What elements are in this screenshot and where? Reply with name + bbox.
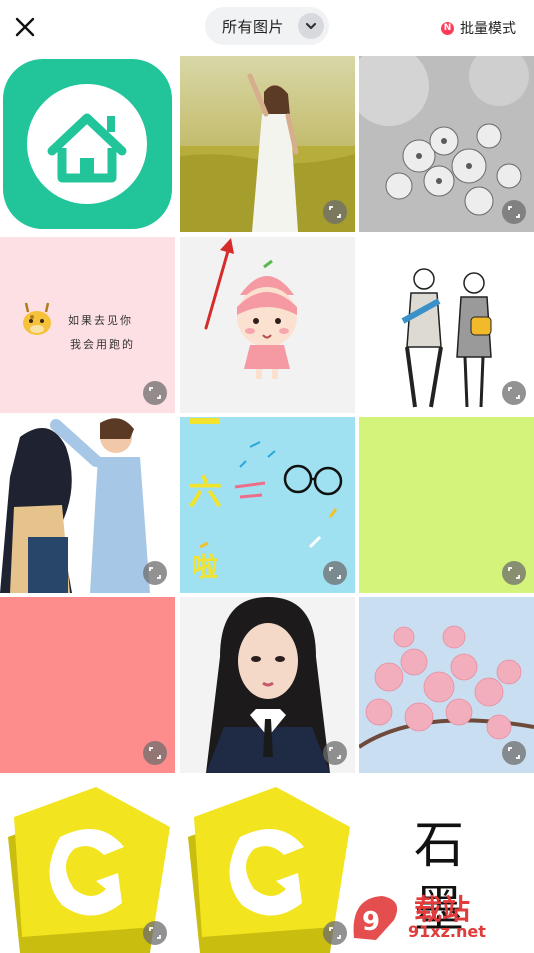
album-selector-label: 所有图片 [222, 17, 285, 36]
grid-tile-girl-portrait[interactable] [180, 597, 355, 773]
children-day-six-text: 六 [188, 473, 222, 513]
batch-mode-icon: N [441, 21, 454, 35]
grid-tile-graphite-text[interactable]: 石 墨 [359, 777, 534, 953]
grid-tile-home-app-icon[interactable] [0, 56, 175, 232]
grid-tile-yellow-g-logo-1[interactable] [0, 777, 175, 953]
expand-icon[interactable] [143, 561, 167, 585]
quote-line-1: 如果去见你 [68, 314, 133, 327]
expand-icon[interactable] [323, 561, 347, 585]
chevron-down-icon [298, 13, 324, 39]
expand-icon[interactable] [323, 921, 347, 945]
batch-mode-label: 批量模式 [460, 21, 516, 37]
grid-tile-green-solid[interactable] [359, 417, 534, 593]
expand-icon[interactable] [143, 381, 167, 405]
close-button[interactable] [12, 14, 38, 40]
grid-tile-romantic-couple[interactable] [0, 417, 175, 593]
close-icon [15, 17, 35, 37]
cartoon-peach-girl [180, 237, 355, 413]
grid-tile-girl-in-field[interactable] [180, 56, 355, 232]
grid-tile-yellow-g-logo-2[interactable] [180, 777, 355, 953]
grid-tile-couple-illustration[interactable] [359, 237, 534, 413]
expand-icon[interactable] [323, 200, 347, 224]
grid-tile-cherry-blossom[interactable] [359, 597, 534, 773]
top-bar: 所有图片 N 批量模式 [0, 0, 534, 54]
expand-icon[interactable] [502, 741, 526, 765]
expand-icon[interactable] [502, 381, 526, 405]
expand-icon[interactable] [323, 741, 347, 765]
graphite-char-2: 墨 [414, 880, 464, 938]
grid-tile-children-day[interactable]: 六 啦 [180, 417, 355, 593]
grid-tile-cartoon-peach-girl[interactable] [180, 237, 355, 413]
home-app-icon-image [0, 56, 175, 232]
expand-icon[interactable] [502, 200, 526, 224]
graphite-char-1: 石 [414, 816, 464, 874]
album-selector[interactable]: 所有图片 [205, 7, 329, 45]
quote-line-2: 我会用跑的 [70, 338, 135, 351]
children-day-la-text: 啦 [192, 553, 219, 583]
grid-tile-grey-blossom[interactable] [359, 56, 534, 232]
expand-icon[interactable] [143, 921, 167, 945]
expand-icon[interactable] [143, 741, 167, 765]
batch-mode-button[interactable]: N 批量模式 [441, 18, 516, 38]
grid-tile-giraffe-quote[interactable]: 如果去见你 我会用跑的 [0, 237, 175, 413]
grid-tile-red-solid[interactable] [0, 597, 175, 773]
expand-icon[interactable] [502, 561, 526, 585]
